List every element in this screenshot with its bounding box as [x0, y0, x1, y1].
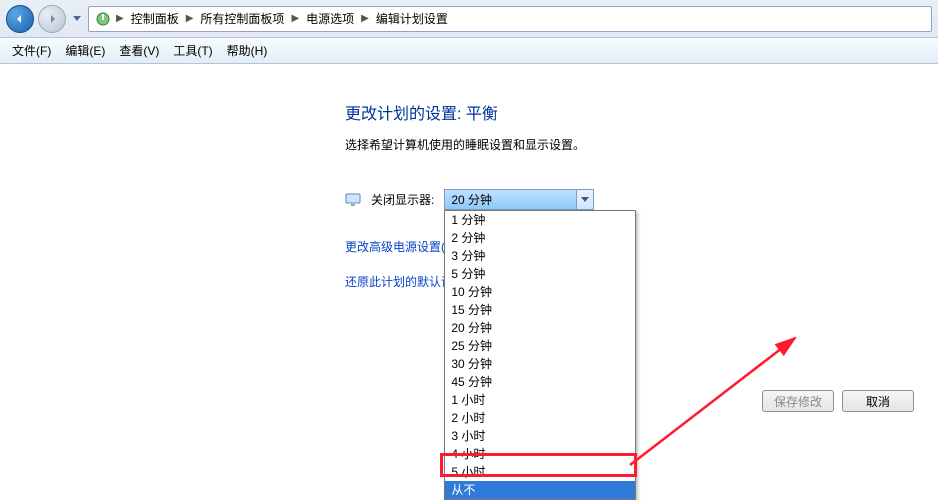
dialog-buttons: 保存修改 取消	[762, 390, 914, 412]
forward-button[interactable]	[38, 5, 66, 33]
chevron-right-icon: ▶	[114, 13, 126, 24]
save-button[interactable]: 保存修改	[762, 390, 834, 412]
combo-option[interactable]: 30 分钟	[445, 355, 635, 373]
page-subtitle: 选择希望计算机使用的睡眠设置和显示设置。	[345, 136, 905, 153]
menu-help[interactable]: 帮助(H)	[221, 39, 274, 62]
breadcrumb-item[interactable]: 电源选项	[304, 10, 356, 27]
chevron-right-icon: ▶	[359, 13, 371, 24]
breadcrumb-bar[interactable]: ▶ 控制面板 ▶ 所有控制面板项 ▶ 电源选项 ▶ 编辑计划设置	[88, 6, 932, 32]
nav-toolbar: ▶ 控制面板 ▶ 所有控制面板项 ▶ 电源选项 ▶ 编辑计划设置	[0, 0, 938, 38]
menu-edit[interactable]: 编辑(E)	[59, 39, 111, 62]
power-options-icon	[95, 11, 111, 27]
turn-off-display-row: 关闭显示器: 20 分钟 1 分钟2 分钟3 分钟5 分钟10 分钟15 分钟2…	[345, 189, 905, 210]
combo-option[interactable]: 1 小时	[445, 391, 635, 409]
chevron-down-icon[interactable]	[576, 190, 593, 209]
menu-tools[interactable]: 工具(T)	[167, 39, 218, 62]
turn-off-display-combo[interactable]: 20 分钟 1 分钟2 分钟3 分钟5 分钟10 分钟15 分钟20 分钟25 …	[444, 189, 594, 210]
combo-option[interactable]: 3 小时	[445, 427, 635, 445]
turn-off-display-label: 关闭显示器:	[371, 191, 434, 208]
chevron-right-icon: ▶	[184, 13, 196, 24]
combo-option[interactable]: 1 分钟	[445, 211, 635, 229]
combo-option[interactable]: 45 分钟	[445, 373, 635, 391]
combo-option[interactable]: 15 分钟	[445, 301, 635, 319]
combo-selected-value: 20 分钟	[445, 190, 576, 209]
breadcrumb-item[interactable]: 所有控制面板项	[198, 10, 286, 27]
combo-option[interactable]: 5 小时	[445, 463, 635, 481]
monitor-icon	[345, 192, 361, 208]
combo-option[interactable]: 10 分钟	[445, 283, 635, 301]
breadcrumb-item[interactable]: 控制面板	[129, 10, 181, 27]
history-dropdown-icon[interactable]	[70, 5, 84, 33]
combo-option[interactable]: 5 分钟	[445, 265, 635, 283]
combo-option[interactable]: 3 分钟	[445, 247, 635, 265]
combo-dropdown-list[interactable]: 1 分钟2 分钟3 分钟5 分钟10 分钟15 分钟20 分钟25 分钟30 分…	[444, 210, 636, 500]
combo-option[interactable]: 2 小时	[445, 409, 635, 427]
back-button[interactable]	[6, 5, 34, 33]
cancel-button[interactable]: 取消	[842, 390, 914, 412]
combo-option[interactable]: 25 分钟	[445, 337, 635, 355]
combo-option[interactable]: 4 小时	[445, 445, 635, 463]
combo-option[interactable]: 从不	[445, 481, 635, 499]
page-title: 更改计划的设置: 平衡	[345, 100, 905, 124]
content-area: 更改计划的设置: 平衡 选择希望计算机使用的睡眠设置和显示设置。 关闭显示器: …	[0, 64, 938, 500]
combo-option[interactable]: 2 分钟	[445, 229, 635, 247]
breadcrumb-item[interactable]: 编辑计划设置	[374, 10, 450, 27]
menu-view[interactable]: 查看(V)	[113, 39, 165, 62]
menu-bar: 文件(F) 编辑(E) 查看(V) 工具(T) 帮助(H)	[0, 38, 938, 64]
chevron-right-icon: ▶	[289, 13, 301, 24]
menu-file[interactable]: 文件(F)	[6, 39, 57, 62]
combo-option[interactable]: 20 分钟	[445, 319, 635, 337]
